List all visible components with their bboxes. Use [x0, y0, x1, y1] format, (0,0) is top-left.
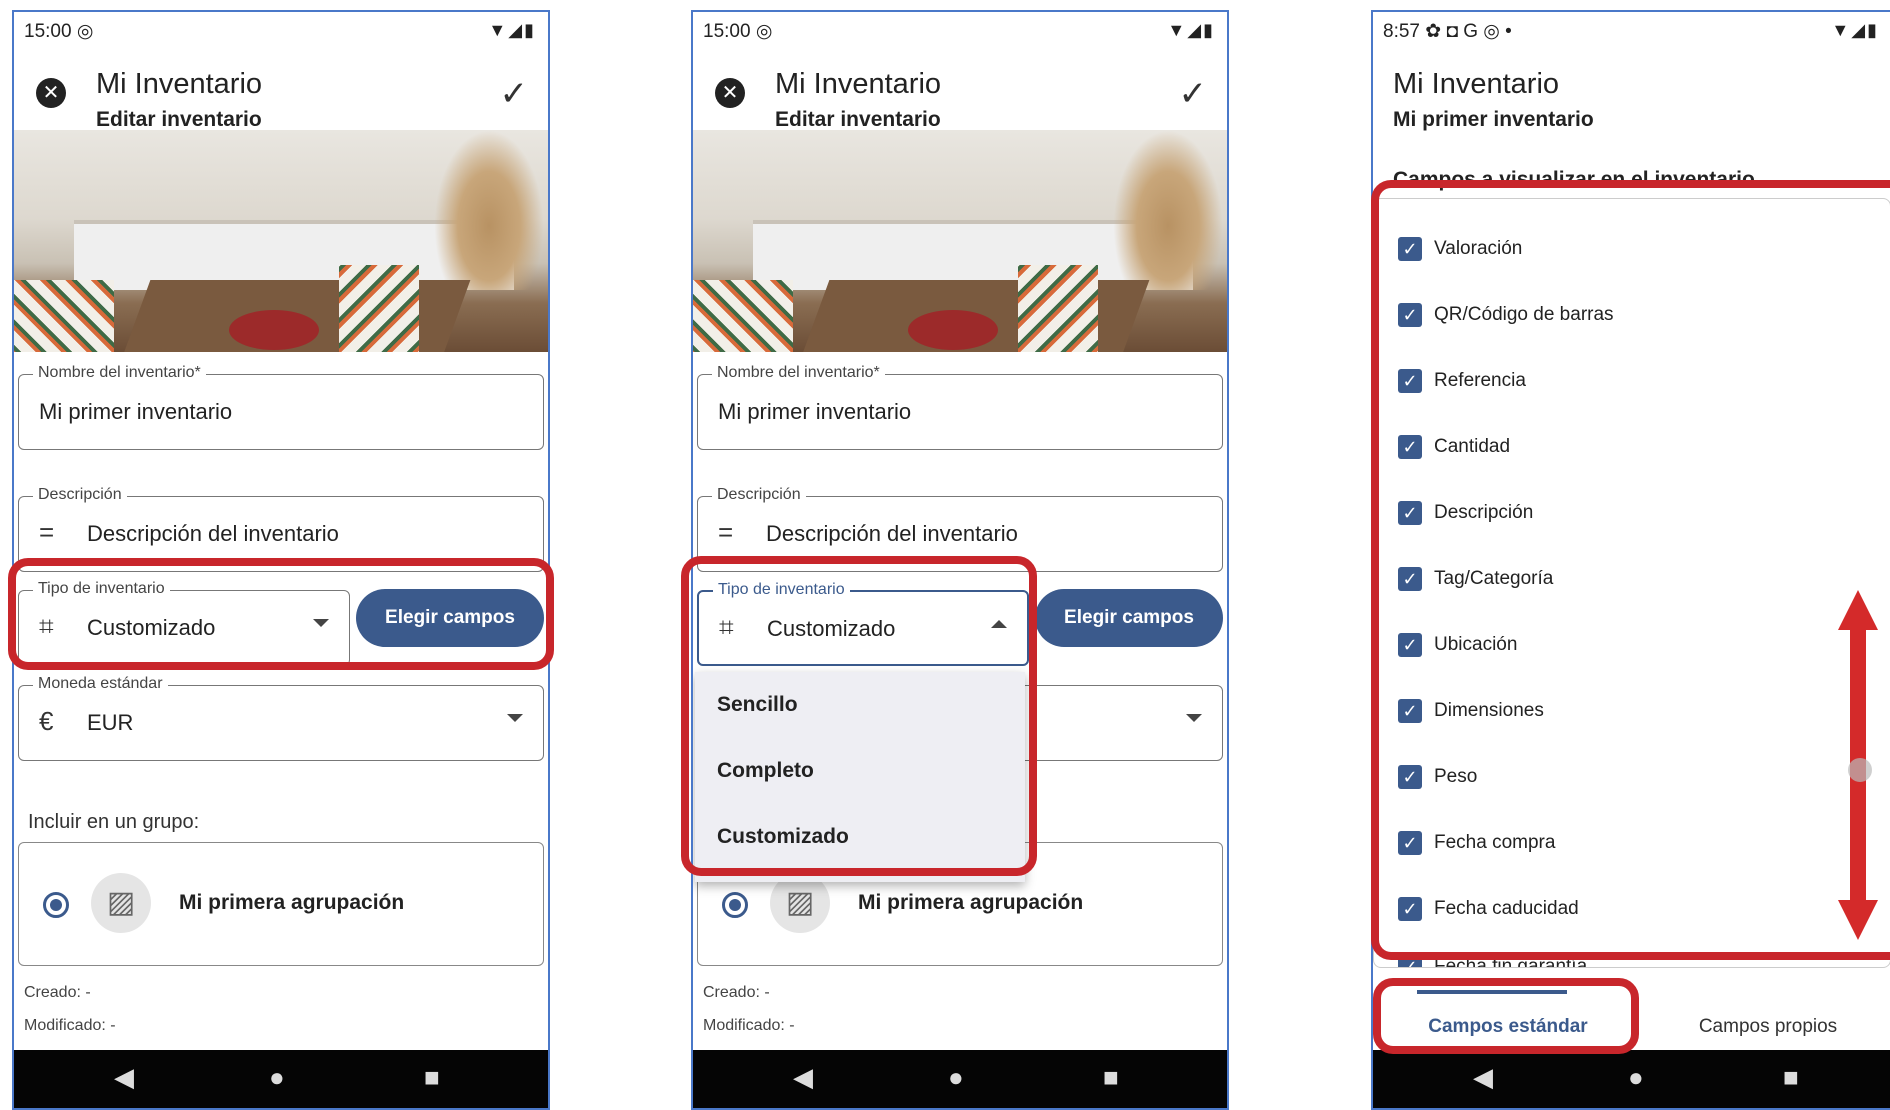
- status-icons: ▼◢▮: [1167, 20, 1215, 40]
- inventory-photo[interactable]: [693, 130, 1227, 352]
- app-title: Mi Inventario: [96, 68, 263, 100]
- home-icon[interactable]: ●: [948, 1062, 964, 1093]
- choose-fields-button[interactable]: Elegir campos: [1035, 589, 1223, 647]
- field-value: Descripción del inventario: [87, 521, 339, 546]
- back-icon[interactable]: ◀: [1473, 1062, 1493, 1093]
- notification-icons: ✿ ◘ G ◎ •: [1425, 21, 1512, 42]
- inventory-name-field[interactable]: Nombre del inventario* Mi primer inventar…: [18, 364, 544, 450]
- field-label: Descripción: [33, 486, 127, 504]
- scroll-gesture-arrow-icon: [1838, 590, 1878, 940]
- nav-bar: ◀ ● ■: [693, 1050, 1227, 1108]
- image-icon: ▨: [91, 873, 151, 933]
- app-bar: ✕ Mi Inventario Editar inventario ✓: [14, 52, 548, 131]
- field-label: Descripción: [712, 486, 806, 504]
- radio-selected[interactable]: [43, 892, 69, 918]
- modified-text: Modificado: -: [703, 1017, 795, 1034]
- chevron-down-icon: [507, 714, 523, 722]
- notes-icon: =: [718, 517, 734, 547]
- created-text: Creado: -: [24, 984, 91, 1001]
- confirm-check-icon[interactable]: ✓: [500, 74, 529, 114]
- highlight-box: [1371, 180, 1890, 960]
- nav-bar: ◀ ● ■: [1373, 1050, 1890, 1108]
- created-text: Creado: -: [703, 984, 770, 1001]
- recents-icon[interactable]: ■: [1783, 1062, 1799, 1093]
- inventory-photo[interactable]: [14, 130, 548, 352]
- recents-icon[interactable]: ■: [424, 1062, 440, 1093]
- status-time: 8:57: [1383, 21, 1420, 42]
- tab-own-fields[interactable]: Campos propios: [1643, 1002, 1890, 1052]
- highlight-box: [8, 558, 554, 670]
- field-value: Descripción del inventario: [766, 521, 1018, 546]
- status-bar: 8:57 ✿ ◘ G ◎ • ▼◢▮: [1373, 12, 1890, 52]
- app-bar: ✕ Mi Inventario Editar inventario ✓: [693, 52, 1227, 131]
- field-value: Mi primer inventario: [39, 399, 233, 424]
- status-bar: 15:00 ◎ ▼◢▮: [703, 20, 1215, 42]
- status-time: 15:00: [24, 21, 72, 42]
- close-icon[interactable]: ✕: [715, 78, 745, 108]
- group-card[interactable]: ▨ Mi primera agrupación: [18, 842, 544, 966]
- app-bar: Mi Inventario Mi primer inventario: [1373, 52, 1890, 131]
- status-icons: ▼◢▮: [488, 20, 536, 40]
- highlight-box: [1373, 978, 1639, 1054]
- group-name: Mi primera agrupación: [858, 891, 1084, 914]
- home-icon[interactable]: ●: [269, 1062, 285, 1093]
- image-icon: ▨: [770, 873, 830, 933]
- app-subtitle: Mi primer inventario: [1393, 108, 1594, 131]
- field-value: EUR: [87, 710, 134, 735]
- notes-icon: =: [39, 517, 55, 547]
- field-label: Moneda estándar: [33, 675, 168, 693]
- inventory-name-field[interactable]: Nombre del inventario* Mi primer inventar…: [697, 364, 1223, 450]
- group-label: Incluir en un grupo:: [28, 811, 200, 833]
- highlight-box: [681, 556, 1037, 876]
- chevron-down-icon: [1186, 714, 1202, 722]
- field-value: Mi primer inventario: [718, 399, 912, 424]
- close-icon[interactable]: ✕: [36, 78, 66, 108]
- group-name: Mi primera agrupación: [179, 891, 405, 914]
- euro-icon: €: [39, 706, 54, 736]
- confirm-check-icon[interactable]: ✓: [1179, 74, 1208, 114]
- app-title: Mi Inventario: [775, 68, 942, 100]
- back-icon[interactable]: ◀: [793, 1062, 813, 1093]
- app-title: Mi Inventario: [1393, 68, 1560, 100]
- field-label: Nombre del inventario*: [33, 364, 206, 382]
- app-subtitle: Editar inventario: [96, 108, 262, 131]
- status-icons: ▼◢▮: [1831, 20, 1879, 40]
- home-icon[interactable]: ●: [1628, 1062, 1644, 1093]
- app-subtitle: Editar inventario: [775, 108, 941, 131]
- back-icon[interactable]: ◀: [114, 1062, 134, 1093]
- radio-selected[interactable]: [722, 892, 748, 918]
- recents-icon[interactable]: ■: [1103, 1062, 1119, 1093]
- modified-text: Modificado: -: [24, 1017, 116, 1034]
- nav-bar: ◀ ● ■: [14, 1050, 548, 1108]
- status-time: 15:00: [703, 21, 751, 42]
- status-bar: 15:00 ◎ ▼◢▮: [24, 20, 536, 42]
- field-label: Nombre del inventario*: [712, 364, 885, 382]
- currency-select[interactable]: Moneda estándar € EUR: [18, 675, 544, 761]
